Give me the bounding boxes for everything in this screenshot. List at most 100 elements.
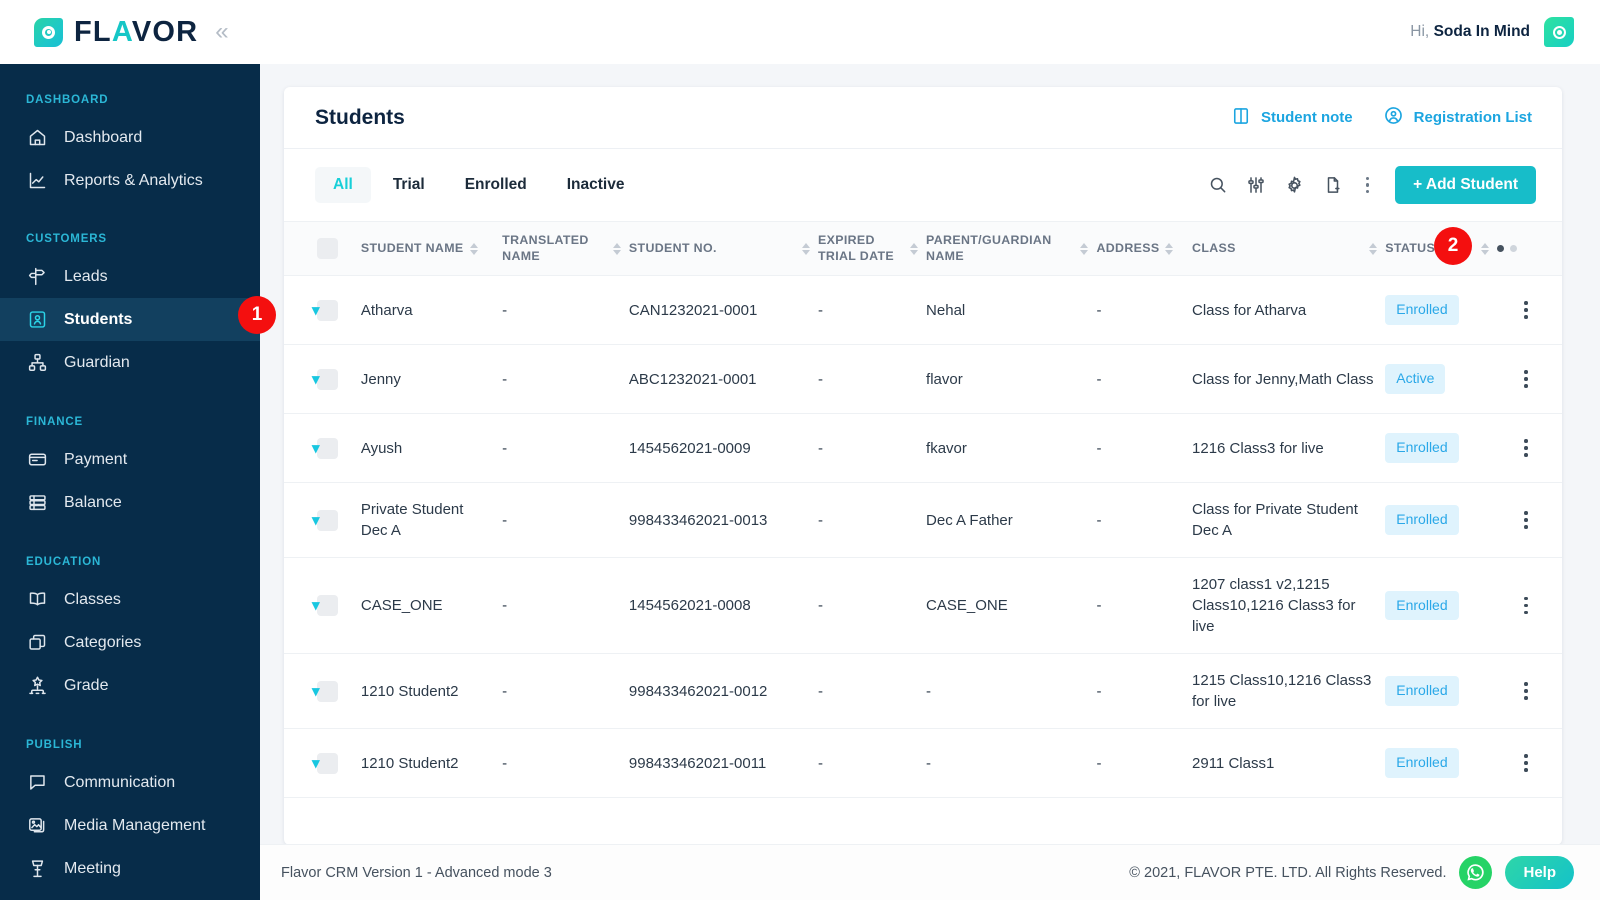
th-translated-name[interactable]: TRANSLATED NAME xyxy=(502,221,629,276)
add-student-button[interactable]: + Add Student xyxy=(1395,166,1536,204)
th-select-all[interactable] xyxy=(317,221,361,276)
sidebar-item-meeting[interactable]: Meeting xyxy=(0,847,260,890)
registration-list-link[interactable]: Registration List xyxy=(1383,105,1532,130)
sort-icon[interactable] xyxy=(802,242,810,255)
table-row[interactable]: ▾ CASE_ONE -1454562021-0008- CASE_ONE -1207 … xyxy=(284,557,1562,654)
sidebar-item-grade[interactable]: Grade xyxy=(0,664,260,707)
sidebar-item-classes[interactable]: Classes xyxy=(0,578,260,621)
table-row[interactable]: ▾ 1210 Student2-998433462021-0011- - -2911 … xyxy=(284,728,1562,798)
th-pagination-dots[interactable] xyxy=(1497,221,1562,276)
cell-actions[interactable] xyxy=(1497,482,1562,558)
table-row[interactable]: ▾ 1210 Student2-998433462021-0012- - -1215 … xyxy=(284,653,1562,729)
table-row[interactable]: ▾ Atharva - CAN1232021-0001- Nehal - Class for… xyxy=(284,275,1562,345)
cell-actions[interactable] xyxy=(1497,728,1562,798)
chevron-down-icon[interactable]: ▾ xyxy=(298,372,320,387)
select-all-checkbox[interactable] xyxy=(317,238,339,259)
sidebar-item-balance[interactable]: Balance xyxy=(0,481,260,524)
cell-checkbox[interactable] xyxy=(317,557,361,654)
sort-icon[interactable] xyxy=(612,242,621,255)
row-checkbox[interactable] xyxy=(317,752,339,774)
row-checkbox[interactable] xyxy=(317,299,339,321)
tab-all[interactable]: All xyxy=(315,167,371,203)
table-scroll-area[interactable]: STUDENT NAME TRANSLATED NAME STUDENT NO.… xyxy=(284,221,1562,845)
sort-icon[interactable] xyxy=(1369,242,1378,255)
row-kebab-menu-icon[interactable] xyxy=(1497,439,1554,457)
row-kebab-menu-icon[interactable] xyxy=(1497,754,1554,772)
tab-enrolled[interactable]: Enrolled xyxy=(447,167,545,203)
cell-checkbox[interactable] xyxy=(317,482,361,558)
table-row[interactable]: ▾ Private Student Dec A -998433462021-0013… xyxy=(284,482,1562,558)
cell-checkbox[interactable] xyxy=(317,275,361,345)
chevron-down-icon[interactable]: ▾ xyxy=(298,598,320,613)
cell-expand[interactable]: ▾ xyxy=(284,728,320,798)
cell-checkbox[interactable] xyxy=(317,653,361,729)
cell-expand[interactable]: ▾ xyxy=(284,413,320,483)
table-row[interactable]: ▾ Jenny - ABC1232021-0001- flavor - Class for … xyxy=(284,344,1562,414)
whatsapp-icon[interactable] xyxy=(1459,856,1493,889)
row-kebab-menu-icon[interactable] xyxy=(1497,511,1554,529)
sort-icon[interactable] xyxy=(1080,242,1089,255)
cell-checkbox[interactable] xyxy=(317,413,361,483)
cell-expand[interactable]: ▾ xyxy=(284,275,320,345)
th-expired-trial-date[interactable]: EXPIRED TRIAL DATE xyxy=(818,221,927,276)
sidebar-item-media-management[interactable]: Media Management xyxy=(0,804,260,847)
sidebar-item-guardian[interactable]: Guardian xyxy=(0,341,260,384)
row-kebab-menu-icon[interactable] xyxy=(1497,682,1554,700)
chevron-down-icon[interactable]: ▾ xyxy=(298,756,320,771)
sort-icon[interactable] xyxy=(910,242,919,255)
sidebar-item-leads[interactable]: Leads xyxy=(0,255,260,298)
table-row[interactable]: ▾ Ayush -1454562021-0009- fkavor -1216 Class… xyxy=(284,413,1562,483)
help-button[interactable]: Help xyxy=(1505,856,1574,889)
filter-sliders-icon[interactable] xyxy=(1246,175,1266,195)
student-note-link[interactable]: Student note xyxy=(1231,106,1353,130)
chevron-down-icon[interactable]: ▾ xyxy=(298,303,320,318)
row-checkbox[interactable] xyxy=(317,595,339,616)
cell-actions[interactable] xyxy=(1497,653,1562,729)
row-checkbox[interactable] xyxy=(317,437,339,459)
cell-expand[interactable]: ▾ xyxy=(284,344,320,414)
sidebar-item-categories[interactable]: Categories xyxy=(0,621,260,664)
cell-status: Enrolled xyxy=(1385,482,1498,558)
brand-logo[interactable]: FLAVOR « xyxy=(0,16,229,49)
cell-checkbox[interactable] xyxy=(317,344,361,414)
chevron-down-icon[interactable]: ▾ xyxy=(298,441,320,456)
sidebar-item-students[interactable]: Students xyxy=(0,298,260,341)
sort-icon[interactable] xyxy=(1481,242,1490,255)
cell-actions[interactable] xyxy=(1497,344,1562,414)
th-address[interactable]: ADDRESS xyxy=(1096,221,1193,276)
cell-actions[interactable] xyxy=(1497,275,1562,345)
search-icon[interactable] xyxy=(1208,175,1228,195)
th-parent-guardian-name[interactable]: PARENT/GUARDIAN NAME xyxy=(926,221,1097,276)
row-checkbox[interactable] xyxy=(317,680,339,702)
kebab-menu-icon[interactable] xyxy=(1361,177,1373,193)
row-kebab-menu-icon[interactable] xyxy=(1497,596,1554,615)
row-kebab-menu-icon[interactable] xyxy=(1497,370,1554,388)
chevron-double-left-icon[interactable]: « xyxy=(215,20,228,44)
cell-checkbox[interactable] xyxy=(317,728,361,798)
avatar[interactable] xyxy=(1544,17,1574,47)
th-class[interactable]: CLASS xyxy=(1192,221,1386,276)
row-checkbox[interactable] xyxy=(317,509,339,531)
cell-actions[interactable] xyxy=(1497,413,1562,483)
sort-icon[interactable] xyxy=(1165,242,1174,255)
chevron-down-icon[interactable]: ▾ xyxy=(298,513,320,528)
tab-inactive[interactable]: Inactive xyxy=(549,167,643,203)
chevron-down-icon[interactable]: ▾ xyxy=(298,684,320,699)
cell-expand[interactable]: ▾ xyxy=(284,482,320,558)
cell-expand[interactable]: ▾ xyxy=(284,557,320,654)
sidebar-item-reports-analytics[interactable]: Reports & Analytics xyxy=(0,159,260,202)
column-page-dots[interactable] xyxy=(1497,245,1562,252)
tab-trial[interactable]: Trial xyxy=(375,167,443,203)
sidebar-item-communication[interactable]: Communication xyxy=(0,761,260,804)
sort-icon[interactable] xyxy=(469,242,478,255)
th-student-name[interactable]: STUDENT NAME xyxy=(360,221,503,276)
document-add-icon[interactable] xyxy=(1323,175,1343,195)
sidebar-item-payment[interactable]: Payment xyxy=(0,438,260,481)
cell-actions[interactable] xyxy=(1497,557,1562,654)
cell-expand[interactable]: ▾ xyxy=(284,653,320,729)
gear-icon[interactable] xyxy=(1284,175,1305,196)
th-student-no[interactable]: STUDENT NO. xyxy=(628,221,818,276)
row-kebab-menu-icon[interactable] xyxy=(1497,301,1554,319)
sidebar-item-dashboard[interactable]: Dashboard xyxy=(0,116,260,159)
row-checkbox[interactable] xyxy=(317,368,339,390)
